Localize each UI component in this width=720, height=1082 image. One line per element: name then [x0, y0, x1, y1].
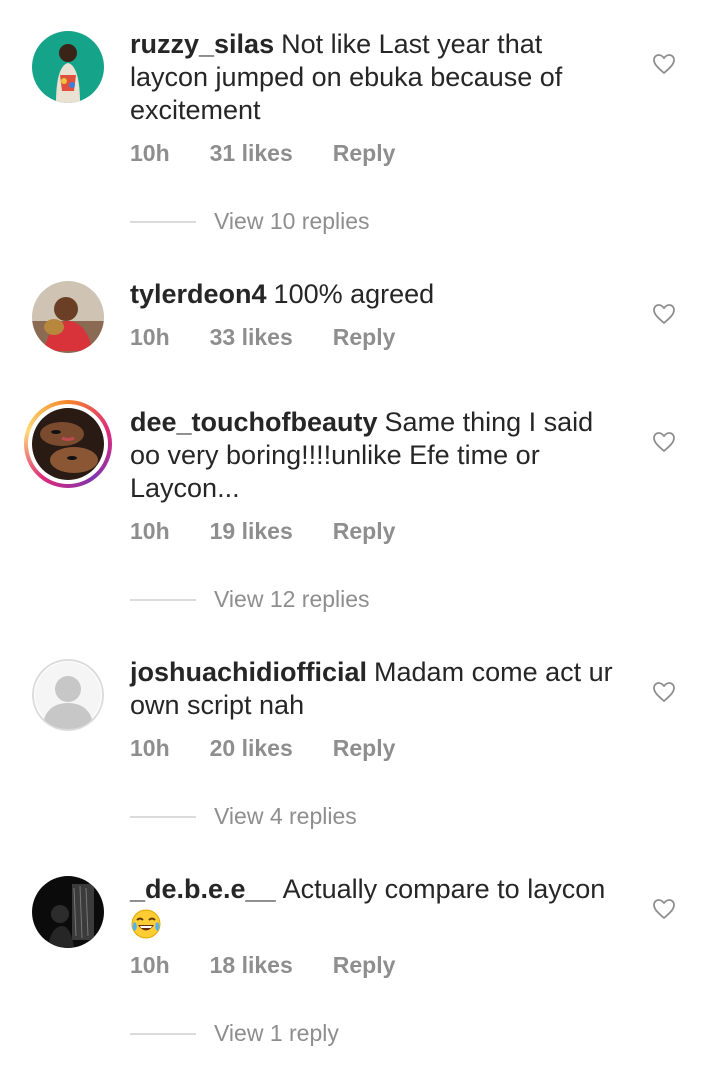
- comment-meta: 10h 33 likes Reply: [130, 324, 435, 351]
- view-replies-button[interactable]: View 1 reply: [130, 1020, 339, 1047]
- view-replies-button[interactable]: View 12 replies: [130, 586, 370, 613]
- default-avatar[interactable]: [32, 659, 104, 731]
- comment-username[interactable]: tylerdeon4: [130, 279, 267, 309]
- view-replies-label: View 10 replies: [214, 208, 370, 234]
- view-replies-button[interactable]: View 4 replies: [130, 803, 357, 830]
- divider-line: [130, 598, 196, 601]
- reply-button[interactable]: Reply: [333, 324, 396, 350]
- comment-time: 10h: [130, 735, 170, 761]
- heart-icon[interactable]: [652, 680, 676, 704]
- face-with-tears-of-joy-icon: [131, 909, 161, 939]
- comment-likes[interactable]: 19 likes: [210, 518, 293, 544]
- avatar-story-ring[interactable]: [24, 400, 112, 488]
- comment-likes[interactable]: 20 likes: [210, 735, 293, 761]
- comment-likes[interactable]: 31 likes: [210, 140, 293, 166]
- comment-likes[interactable]: 33 likes: [210, 324, 293, 350]
- avatar[interactable]: [32, 281, 104, 353]
- heart-icon[interactable]: [652, 52, 676, 76]
- comment-text: _de.b.e.e__ Actually compare to laycon: [130, 873, 620, 940]
- reply-button[interactable]: Reply: [333, 735, 396, 761]
- comment-time: 10h: [130, 952, 170, 978]
- view-replies-label: View 12 replies: [214, 586, 370, 612]
- comment-body: Actually compare to laycon: [282, 874, 606, 904]
- reply-button[interactable]: Reply: [333, 518, 396, 544]
- reply-button[interactable]: Reply: [333, 140, 396, 166]
- comment-likes[interactable]: 18 likes: [210, 952, 293, 978]
- comment-username[interactable]: joshuachidiofficial: [130, 657, 367, 687]
- comment-text: joshuachidiofficial Madam come act ur own…: [130, 656, 620, 722]
- comments-thread: ruzzy_silas Not like Last year that layco…: [0, 0, 720, 1082]
- reply-button[interactable]: Reply: [333, 952, 396, 978]
- comment-text: ruzzy_silas Not like Last year that layco…: [130, 28, 620, 127]
- comment-time: 10h: [130, 518, 170, 544]
- avatar: [28, 404, 108, 484]
- comment-body: 100% agreed: [273, 279, 435, 309]
- comment-text: dee_touchofbeauty Same thing I said oo ve…: [130, 406, 620, 505]
- heart-icon[interactable]: [652, 302, 676, 326]
- comment-time: 10h: [130, 140, 170, 166]
- comment-time: 10h: [130, 324, 170, 350]
- comment-username[interactable]: _de.b.e.e__: [130, 874, 276, 904]
- divider-line: [130, 1032, 196, 1035]
- view-replies-label: View 1 reply: [214, 1020, 339, 1046]
- heart-icon[interactable]: [652, 897, 676, 921]
- comment-username[interactable]: dee_touchofbeauty: [130, 407, 378, 437]
- divider-line: [130, 815, 196, 818]
- comment-meta: 10h 18 likes Reply: [130, 952, 435, 979]
- comment-meta: 10h 31 likes Reply: [130, 140, 435, 167]
- view-replies-button[interactable]: View 10 replies: [130, 208, 370, 235]
- comment-username[interactable]: ruzzy_silas: [130, 29, 274, 59]
- avatar[interactable]: [32, 31, 104, 103]
- avatar[interactable]: [32, 876, 104, 948]
- comment-meta: 10h 19 likes Reply: [130, 518, 435, 545]
- comment-text: tylerdeon4 100% agreed: [130, 278, 620, 311]
- comment-meta: 10h 20 likes Reply: [130, 735, 435, 762]
- view-replies-label: View 4 replies: [214, 803, 357, 829]
- heart-icon[interactable]: [652, 430, 676, 454]
- divider-line: [130, 220, 196, 223]
